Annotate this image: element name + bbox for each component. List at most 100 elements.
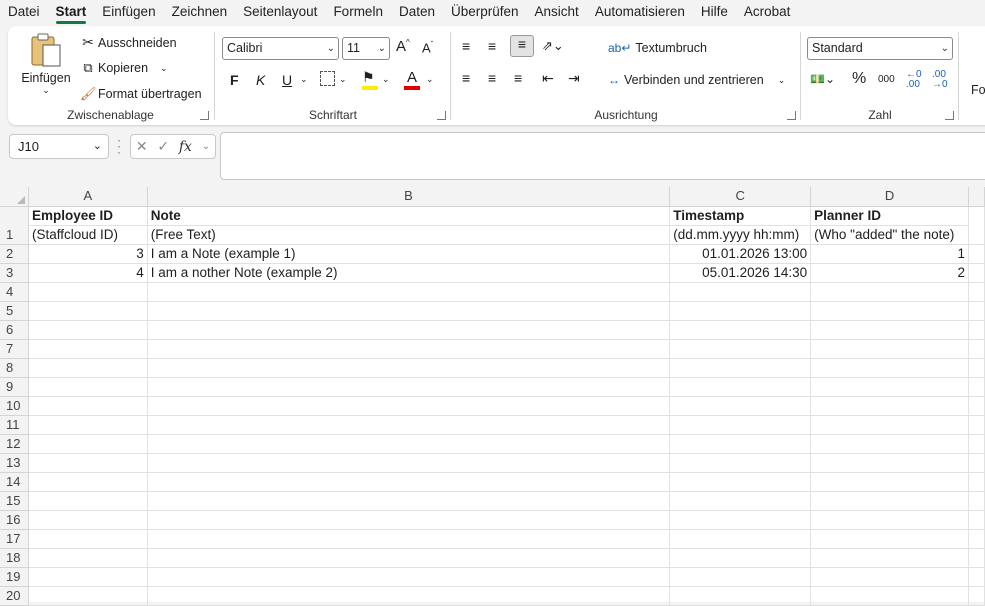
cell[interactable] [669,434,812,454]
row-header[interactable]: 5 [0,301,29,321]
cell[interactable] [147,453,671,473]
menu-formeln[interactable]: Formeln [325,0,391,24]
next-group-fragment[interactable]: Fo [971,83,985,97]
cell[interactable] [810,320,970,340]
cell-a2[interactable]: 3 [28,244,148,264]
menu-ueberpruefen[interactable]: Überprüfen [443,0,527,24]
cell[interactable] [147,529,671,549]
decrease-decimal-icon[interactable]: .00 →0 [932,70,948,90]
row-header[interactable]: 10 [0,396,29,416]
cell-d1-line1[interactable]: Planner ID [810,206,970,226]
cell[interactable] [968,358,985,378]
column-header-c[interactable]: C [669,187,812,207]
cell[interactable] [28,548,148,568]
cell[interactable] [28,320,148,340]
cell[interactable] [28,415,148,435]
cell[interactable] [28,491,148,511]
cell[interactable] [669,472,812,492]
cell[interactable] [810,453,970,473]
row-header[interactable]: 18 [0,548,29,568]
cell[interactable] [968,434,985,454]
increase-font-icon[interactable]: A^ [396,38,410,55]
cell[interactable] [810,358,970,378]
cell[interactable] [810,510,970,530]
cell[interactable] [810,529,970,549]
merge-center-button[interactable]: ↔ Verbinden und zentrieren ⌄ [608,73,785,87]
row-header-2[interactable]: 2 [0,244,29,264]
column-header-b[interactable]: B [147,187,671,207]
italic-button[interactable]: K [256,72,265,88]
cut-button[interactable]: ✂ Ausschneiden [80,34,176,51]
cell[interactable] [810,586,970,606]
cell[interactable] [28,339,148,359]
cell[interactable] [28,358,148,378]
percent-button[interactable]: % [852,70,866,88]
row-header[interactable]: 7 [0,339,29,359]
cell[interactable] [968,396,985,416]
bold-button[interactable]: F [230,72,239,88]
row-header[interactable]: 14 [0,472,29,492]
cell[interactable] [810,396,970,416]
format-painter-button[interactable]: 🖌 Format übertragen [80,86,202,102]
cell[interactable] [28,396,148,416]
thousands-button[interactable]: 000 [878,74,895,85]
cell[interactable] [669,415,812,435]
cell[interactable] [810,282,970,302]
align-top-icon[interactable]: ≡ [462,38,470,54]
font-color-button[interactable]: A [404,69,420,90]
cell[interactable] [968,567,985,587]
row-header[interactable]: 20 [0,586,29,606]
cell[interactable] [669,548,812,568]
orientation-icon[interactable]: ⇗⌄ [542,38,564,54]
row-header[interactable]: 8 [0,358,29,378]
cell[interactable] [968,377,985,397]
cell[interactable] [968,453,985,473]
cell[interactable] [669,339,812,359]
cell[interactable] [810,472,970,492]
currency-icon[interactable]: 💵⌄ [810,72,835,86]
merge-dropdown-icon[interactable]: ⌄ [778,75,786,86]
row-header-3[interactable]: 3 [0,263,29,283]
cell[interactable] [669,358,812,378]
cell[interactable] [669,282,812,302]
cell[interactable] [147,339,671,359]
cell[interactable] [669,491,812,511]
cell[interactable] [147,434,671,454]
cell[interactable] [968,529,985,549]
cell-b2[interactable]: I am a Note (example 1) [147,244,671,264]
cell[interactable] [968,472,985,492]
underline-button[interactable]: U [282,72,292,88]
font-launcher-icon[interactable] [437,111,446,120]
cell[interactable] [669,377,812,397]
column-header-a[interactable]: A [28,187,148,207]
chevron-down-icon[interactable]: ⌄ [202,141,210,152]
cell[interactable] [810,339,970,359]
cell[interactable] [968,301,985,321]
formula-input[interactable] [220,132,985,180]
cell[interactable] [28,529,148,549]
insert-function-button[interactable]: fx [179,139,192,155]
menu-einfuegen[interactable]: Einfügen [94,0,163,24]
cell-a1-line2[interactable]: (Staffcloud ID) [28,225,148,245]
cell-e2[interactable] [968,244,985,264]
cell[interactable] [28,377,148,397]
cell-d2[interactable]: 1 [810,244,970,264]
cell[interactable] [147,586,671,606]
clipboard-launcher-icon[interactable] [200,111,209,120]
row-header[interactable]: 16 [0,510,29,530]
copy-dropdown-icon[interactable]: ⌄ [160,63,168,74]
menu-ansicht[interactable]: Ansicht [527,0,587,24]
increase-decimal-icon[interactable]: ←0.00 [906,70,922,90]
decrease-font-icon[interactable]: Aˇ [422,40,433,55]
align-right-icon[interactable]: ≡ [514,70,522,86]
paste-button[interactable]: Einfügen ⌄ [20,32,72,96]
cell[interactable] [968,491,985,511]
cell[interactable] [147,396,671,416]
confirm-icon[interactable]: ✓ [157,138,169,155]
cell[interactable] [147,548,671,568]
more-options-icon[interactable]: · · · [117,134,121,158]
cell[interactable] [147,358,671,378]
row-header[interactable]: 13 [0,453,29,473]
number-format-select[interactable]: Standard ⌄ [807,37,953,60]
row-header[interactable]: 4 [0,282,29,302]
